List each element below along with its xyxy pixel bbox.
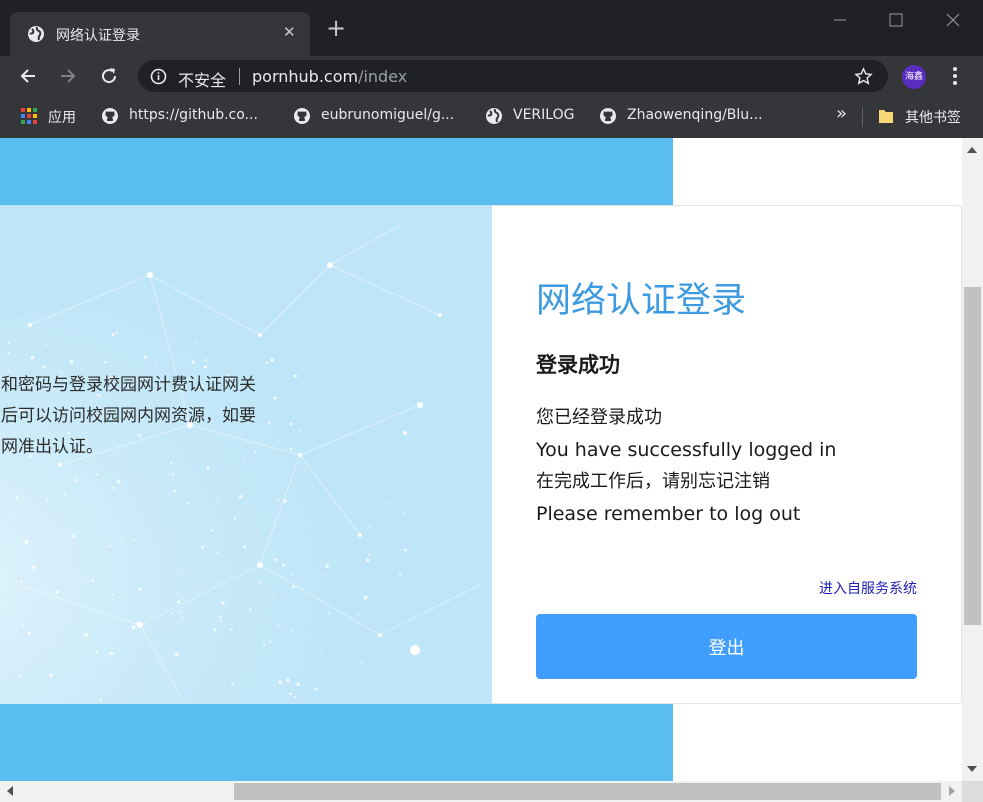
active-tab[interactable]: 网络认证登录 ✕ (10, 12, 310, 56)
profile-avatar[interactable]: 海鑫 (902, 65, 926, 89)
bookmark-label: VERILOG (513, 107, 575, 123)
github-icon (600, 108, 616, 124)
bookmark-star-icon[interactable] (854, 67, 873, 86)
bookmark-label: Zhaowenqing/Blu... (627, 107, 763, 123)
info-icon[interactable] (150, 68, 167, 85)
message-line: Please remember to log out (536, 503, 801, 525)
reload-icon[interactable] (99, 66, 119, 86)
logout-button[interactable]: 登出 (536, 614, 917, 679)
scroll-up-arrow-icon[interactable] (967, 147, 977, 153)
menu-dots-icon[interactable] (945, 64, 965, 88)
folder-icon (879, 110, 893, 123)
tab-title: 网络认证登录 (56, 28, 140, 44)
bookmark-label: https://github.co... (129, 107, 258, 123)
intro-line: 名和密码与登录校园网计费认证网关 (0, 375, 256, 395)
divider (239, 68, 240, 85)
horizontal-scroll-thumb[interactable] (234, 783, 941, 800)
status-panel: 网络认证登录 登录成功 您已经登录成功 You have successfull… (492, 205, 962, 704)
message-line: 您已经登录成功 (536, 407, 662, 428)
status-messages: 您已经登录成功 You have successfully logged in … (536, 402, 836, 530)
message-line: You have successfully logged in (536, 439, 837, 461)
bookmarks-divider (862, 107, 863, 127)
bookmark-label: 应用 (48, 110, 76, 126)
forward-arrow-icon[interactable] (58, 66, 78, 86)
window-close-icon[interactable] (941, 8, 965, 32)
address-bar[interactable]: 不安全 pornhub.com/index (138, 60, 888, 92)
intro-line: 以后可以访问校园网内网资源，如要 (0, 406, 256, 426)
vertical-scroll-thumb[interactable] (964, 287, 981, 625)
minimize-icon[interactable] (828, 8, 852, 32)
back-arrow-icon[interactable] (18, 66, 38, 86)
security-label: 不安全 (178, 71, 227, 90)
globe-icon (486, 108, 502, 124)
tab-strip: 网络认证登录 ✕ + (0, 0, 983, 56)
scroll-down-arrow-icon[interactable] (967, 766, 977, 772)
bookmark-label: 其他书签 (905, 110, 961, 126)
horizontal-scrollbar[interactable] (0, 781, 962, 802)
status-heading: 登录成功 (536, 353, 620, 377)
bookmarks-bar: 应用 https://github.co... eubrunomiguel/g.… (0, 96, 983, 138)
message-line: 在完成工作后，请别忘记注销 (536, 471, 770, 492)
intro-panel: 名和密码与登录校园网计费认证网关 以后可以访问校园网内网资源，如要 园网准出认证… (0, 205, 492, 704)
page-viewport: 名和密码与登录校园网计费认证网关 以后可以访问校园网内网资源，如要 园网准出认证… (0, 138, 962, 781)
url-host: pornhub.com (252, 67, 359, 86)
browser-toolbar: 不安全 pornhub.com/index 海鑫 (0, 56, 983, 96)
bookmark-label: eubrunomiguel/g... (321, 107, 455, 123)
self-service-link[interactable]: 进入自服务系统 (819, 578, 917, 598)
login-card: 名和密码与登录校园网计费认证网关 以后可以访问校园网内网资源，如要 园网准出认证… (0, 205, 962, 704)
scroll-left-arrow-icon[interactable] (7, 786, 13, 796)
globe-icon (28, 26, 44, 42)
github-icon (294, 108, 310, 124)
new-tab-icon[interactable]: + (326, 16, 346, 40)
intro-line: 园网准出认证。 (0, 437, 103, 457)
url-path: /index (358, 67, 408, 86)
intro-text: 名和密码与登录校园网计费认证网关 以后可以访问校园网内网资源，如要 园网准出认证… (0, 370, 330, 463)
more-bookmarks-chevron-icon[interactable]: » (836, 103, 847, 124)
page-title: 网络认证登录 (536, 281, 747, 321)
tab-close-icon[interactable]: ✕ (283, 23, 296, 41)
vertical-scrollbar[interactable] (962, 138, 983, 781)
maximize-icon[interactable] (884, 8, 908, 32)
apps-grid-icon (21, 108, 37, 124)
github-icon (102, 108, 118, 124)
scroll-right-arrow-icon[interactable] (949, 786, 955, 796)
scrollbar-corner (962, 781, 983, 802)
url-text[interactable]: pornhub.com/index (252, 67, 407, 86)
